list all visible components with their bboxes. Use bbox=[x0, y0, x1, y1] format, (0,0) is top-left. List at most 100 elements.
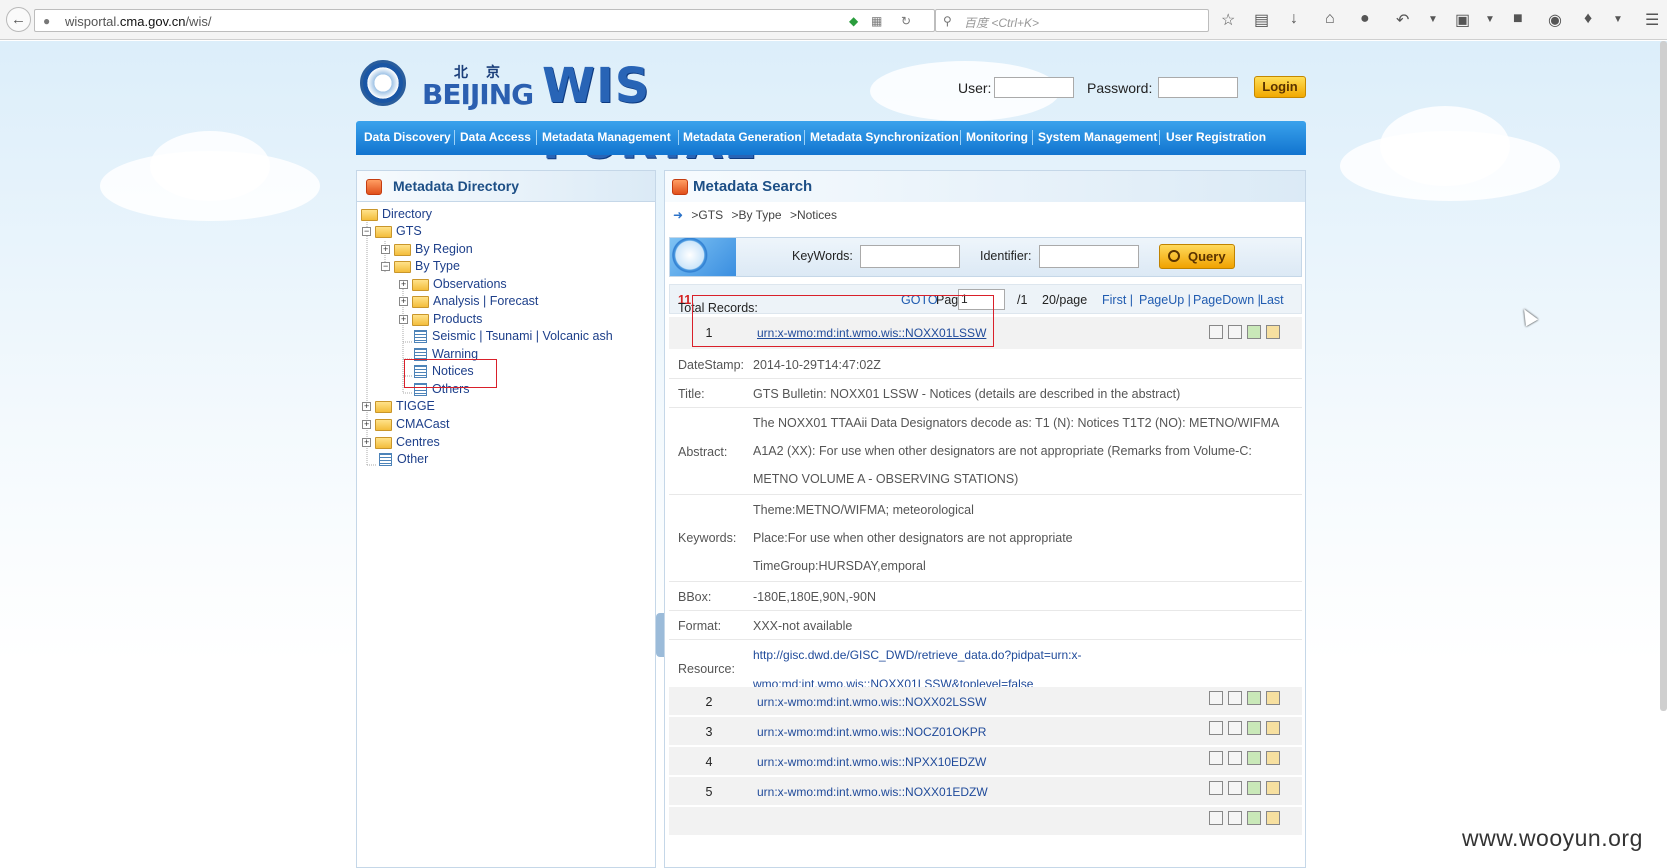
expand-icon[interactable]: + bbox=[381, 245, 390, 255]
subscribe-icon[interactable] bbox=[1266, 811, 1280, 825]
chat-icon[interactable]: ● bbox=[1360, 10, 1370, 28]
view-icon[interactable] bbox=[1209, 751, 1223, 765]
download-icon[interactable] bbox=[1247, 691, 1261, 705]
edit-icon[interactable] bbox=[1228, 325, 1242, 339]
nav-data-access[interactable]: Data Access bbox=[460, 130, 531, 144]
site-logo[interactable]: 北京 BEIJING WIS PORTAL bbox=[360, 58, 800, 170]
pageup-link[interactable]: PageUp | bbox=[1139, 293, 1191, 307]
browser-search[interactable]: ⚲ 百度 <Ctrl+K> bbox=[935, 9, 1209, 32]
qrcode-icon[interactable]: ▦ bbox=[871, 14, 882, 28]
tree-item-gts[interactable]: − GTS bbox=[362, 224, 422, 240]
first-link[interactable]: First | bbox=[1102, 293, 1133, 307]
nav-user-registration[interactable]: User Registration bbox=[1166, 130, 1266, 144]
title-value: GTS Bulletin: NOXX01 LSSW - Notices (det… bbox=[753, 387, 1181, 401]
keywords-input[interactable] bbox=[860, 245, 960, 268]
back-icon[interactable]: ← bbox=[6, 7, 31, 32]
record-link[interactable]: urn:x-wmo:md:int.wmo.wis::NOCZ01OKPR bbox=[757, 725, 986, 739]
expand-icon[interactable]: + bbox=[362, 438, 371, 448]
subscribe-icon[interactable] bbox=[1266, 325, 1280, 339]
tree-item-observations[interactable]: + Observations bbox=[399, 277, 507, 293]
tree-item-directory[interactable]: Directory bbox=[361, 207, 432, 223]
nav-metadata-generation[interactable]: Metadata Generation bbox=[683, 130, 802, 144]
view-icon[interactable] bbox=[1209, 811, 1223, 825]
user-input[interactable] bbox=[994, 77, 1074, 98]
resource-link[interactable]: http://gisc.dwd.de/GISC_DWD/retrieve_dat… bbox=[753, 641, 1082, 670]
tree-item-products[interactable]: + Products bbox=[399, 312, 482, 328]
subscribe-icon[interactable] bbox=[1266, 781, 1280, 795]
expand-icon[interactable]: + bbox=[362, 402, 371, 412]
expand-icon[interactable]: + bbox=[399, 297, 408, 307]
subscribe-icon[interactable] bbox=[1266, 691, 1280, 705]
identifier-input[interactable] bbox=[1039, 245, 1139, 268]
download-icon[interactable] bbox=[1247, 751, 1261, 765]
tree-item-centres[interactable]: + Centres bbox=[362, 435, 440, 451]
record-link[interactable]: urn:x-wmo:md:int.wmo.wis::NOXX01EDZW bbox=[757, 785, 988, 799]
nav-metadata-synchronization[interactable]: Metadata Synchronization bbox=[810, 130, 959, 144]
tree-item-analysis-forecast[interactable]: + Analysis | Forecast bbox=[399, 294, 538, 310]
page-scrollbar[interactable] bbox=[1660, 41, 1667, 711]
pagedown-link[interactable]: PageDown | bbox=[1193, 293, 1261, 307]
bookmark-star-icon[interactable]: ☆ bbox=[1221, 10, 1235, 30]
nav-data-discovery[interactable]: Data Discovery bbox=[364, 130, 451, 144]
edit-icon[interactable] bbox=[1228, 751, 1242, 765]
reading-list-icon[interactable]: ▤ bbox=[1254, 10, 1269, 30]
download-icon[interactable]: ↓ bbox=[1290, 10, 1298, 28]
tree-item-other[interactable]: Other bbox=[379, 452, 428, 468]
tree-item-tigge[interactable]: + TIGGE bbox=[362, 399, 435, 415]
record-link[interactable]: urn:x-wmo:md:int.wmo.wis::NPXX10EDZW bbox=[757, 755, 986, 769]
nav-monitoring[interactable]: Monitoring bbox=[966, 130, 1028, 144]
nav-system-management[interactable]: System Management bbox=[1038, 130, 1157, 144]
edit-icon[interactable] bbox=[1228, 781, 1242, 795]
download-icon[interactable] bbox=[1247, 721, 1261, 735]
subscribe-icon[interactable] bbox=[1266, 721, 1280, 735]
record-link[interactable]: urn:x-wmo:md:int.wmo.wis::NOXX02LSSW bbox=[757, 695, 986, 709]
subscribe-icon[interactable] bbox=[1266, 751, 1280, 765]
menu-icon[interactable]: ☰ bbox=[1645, 10, 1659, 30]
tree-item-by-region[interactable]: + By Region bbox=[381, 242, 473, 258]
tree-item-seismic[interactable]: Seismic | Tsunami | Volcanic ash bbox=[414, 329, 613, 345]
download-icon[interactable] bbox=[1247, 811, 1261, 825]
crumb-gts[interactable]: >GTS bbox=[691, 208, 723, 222]
edit-icon[interactable] bbox=[1228, 691, 1242, 705]
crumb-by-type[interactable]: >By Type bbox=[731, 208, 781, 222]
query-button[interactable]: Query bbox=[1159, 244, 1235, 269]
format-label: Format: bbox=[678, 619, 722, 633]
expand-icon[interactable]: + bbox=[362, 420, 371, 430]
keyword-line: Theme:METNO/WIFMA; meteorological bbox=[753, 503, 974, 517]
view-icon[interactable] bbox=[1209, 325, 1223, 339]
view-icon[interactable] bbox=[1209, 721, 1223, 735]
login-button[interactable]: Login bbox=[1254, 76, 1306, 98]
view-icon[interactable] bbox=[1209, 781, 1223, 795]
password-input[interactable] bbox=[1158, 77, 1238, 98]
address-bar[interactable]: ● wisportal.cma.gov.cn/wis/ ◆ ▦ ↻ bbox=[34, 9, 935, 32]
shield-icon[interactable]: ◆ bbox=[849, 14, 858, 28]
crop-icon[interactable]: ▣ bbox=[1455, 10, 1470, 30]
extension-icon[interactable]: ♦ bbox=[1584, 10, 1592, 28]
download-icon[interactable] bbox=[1247, 325, 1261, 339]
last-link[interactable]: Last bbox=[1260, 293, 1284, 307]
view-icon[interactable] bbox=[1209, 691, 1223, 705]
table-row: 2 urn:x-wmo:md:int.wmo.wis::NOXX02LSSW bbox=[669, 687, 1302, 716]
crumb-notices[interactable]: >Notices bbox=[790, 208, 837, 222]
tree-item-cmacast[interactable]: + CMACast bbox=[362, 417, 449, 433]
undo-icon[interactable]: ↶ bbox=[1396, 10, 1409, 30]
edit-icon[interactable] bbox=[1228, 811, 1242, 825]
dropdown-icon[interactable]: ▼ bbox=[1485, 14, 1495, 25]
edit-icon[interactable] bbox=[1228, 721, 1242, 735]
home-icon[interactable]: ⌂ bbox=[1325, 10, 1335, 28]
nav-metadata-management[interactable]: Metadata Management bbox=[542, 130, 671, 144]
highlight-box bbox=[404, 359, 497, 388]
collapse-icon[interactable]: − bbox=[381, 262, 390, 272]
expand-icon[interactable]: + bbox=[399, 315, 408, 325]
expand-icon[interactable]: + bbox=[399, 280, 408, 290]
tree-item-by-type[interactable]: − By Type bbox=[381, 259, 460, 275]
table-row: 3 urn:x-wmo:md:int.wmo.wis::NOCZ01OKPR bbox=[669, 717, 1302, 746]
globe-addon-icon[interactable]: ◉ bbox=[1548, 10, 1562, 30]
dropdown-icon[interactable]: ▼ bbox=[1613, 14, 1623, 25]
collapse-icon[interactable]: − bbox=[362, 227, 371, 237]
dropdown-icon[interactable]: ▼ bbox=[1428, 14, 1438, 25]
panel-collapse-handle[interactable] bbox=[656, 613, 664, 657]
reload-icon[interactable]: ↻ bbox=[901, 14, 911, 28]
download-icon[interactable] bbox=[1247, 781, 1261, 795]
comment-icon[interactable]: ■ bbox=[1513, 10, 1523, 28]
